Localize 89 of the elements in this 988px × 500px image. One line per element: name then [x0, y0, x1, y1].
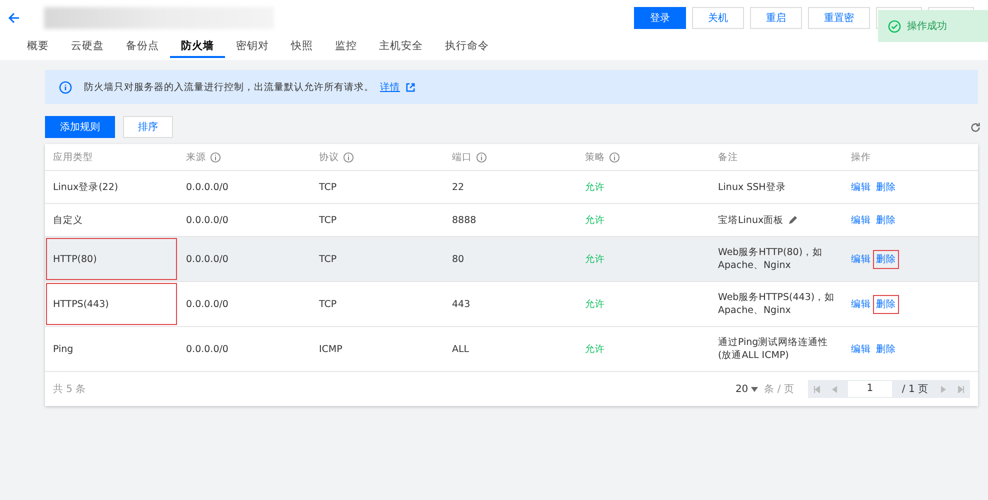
table-cell: Linux SSH登录 [718, 180, 786, 194]
info-icon[interactable] [343, 152, 354, 162]
table-cell-text: TCP [318, 298, 338, 312]
table-cell: HTTPS(443) [45, 282, 178, 326]
edit-link[interactable]: 编辑 [851, 252, 871, 266]
details-link[interactable]: 详情 [380, 80, 400, 94]
edit-link[interactable]: 编辑 [851, 180, 871, 194]
caret-icon [751, 386, 758, 392]
pencil-icon[interactable] [788, 215, 798, 225]
add-rule-button[interactable]: 添加规则 [45, 116, 115, 138]
delete-link[interactable]: 删除 [876, 214, 896, 226]
table-cell-text: 8888 [451, 214, 478, 228]
tab[interactable]: 防火墙 [170, 36, 225, 58]
back-icon[interactable] [8, 12, 20, 24]
table-cell: 宝塔Linux面板 [718, 214, 784, 226]
table-cell-text: 允许 [584, 252, 606, 266]
delete-link[interactable]: 删除 [876, 180, 896, 194]
table-cell-text: 允许 [584, 180, 606, 194]
sort-button[interactable]: 排序 [123, 116, 173, 138]
notice-text: 防火墙只对服务器的入流量进行控制，出流量默认允许所有请求。 [84, 80, 374, 94]
delete-link[interactable]: 删除 [876, 252, 896, 266]
table-row[interactable]: Linux登录(22) 0.0.0.0/0 TCP 22 允许 Linux SSH登录 编辑 删除 [45, 171, 978, 204]
info-icon[interactable] [609, 152, 620, 162]
table-cell-text: 0.0.0.0/0 [185, 298, 230, 312]
header-button[interactable]: 重启 [750, 7, 802, 29]
tab[interactable]: 密钥对 [225, 36, 280, 58]
column-header: 来源 [178, 144, 311, 170]
table-cell-text: ALL [451, 342, 470, 356]
left-triangle-icon [832, 386, 838, 392]
table-cell-text: TCP [318, 180, 338, 194]
table-cell-text: 0.0.0.0/0 [185, 214, 230, 228]
table-cell-text: Web服务HTTP(80)，如Apache、Nginx [718, 246, 824, 272]
table-cell-text: 允许 [584, 214, 606, 228]
tab[interactable]: 执行命令 [434, 36, 500, 58]
delete-link[interactable]: 删除 [876, 342, 896, 356]
tab[interactable]: 监控 [324, 36, 368, 58]
page-input[interactable]: 1 [848, 381, 892, 397]
column-header: 备注 [717, 150, 739, 164]
tab[interactable]: 云硬盘 [60, 36, 115, 58]
table-cell-text: 22 [451, 180, 466, 194]
table-cell-text: 0.0.0.0/0 [185, 180, 230, 194]
header-button[interactable]: 重置密 [808, 7, 870, 29]
last-page-icon [958, 386, 964, 392]
page-count: / 1 页 [900, 383, 929, 396]
table-cell-text: 443 [451, 298, 472, 312]
table-cell-text: 允许 [584, 298, 606, 312]
info-icon[interactable] [476, 152, 487, 162]
success-icon [888, 20, 901, 32]
tab[interactable]: 主机安全 [368, 36, 434, 58]
external-link-icon[interactable] [406, 82, 415, 92]
table-cell-text: 0.0.0.0/0 [185, 342, 230, 356]
info-icon[interactable] [210, 152, 221, 162]
table-cell-text: Ping [52, 342, 74, 356]
column-header: 策略 [577, 144, 710, 170]
first-page-icon [814, 386, 820, 392]
table-cell-text: 自定义 [52, 214, 84, 228]
edit-link[interactable]: 编辑 [851, 342, 871, 356]
header-button[interactable]: 登录 [634, 7, 686, 29]
table-cell-text: Linux登录(22) [52, 180, 120, 194]
table-cell-text: TCP [318, 252, 338, 266]
edit-link[interactable]: 编辑 [851, 298, 871, 310]
tab[interactable]: 备份点 [115, 36, 170, 58]
column-header: 应用类型 [52, 150, 94, 164]
info-icon [59, 80, 72, 94]
header-button[interactable]: 关机 [692, 7, 744, 29]
column-header: 操作 [850, 150, 872, 164]
table-row[interactable]: HTTP(80) 0.0.0.0/0 TCP 80 允许 Web服务HTTP(80)，如Apache、Nginx 编辑 删除 [45, 237, 978, 282]
table-cell-text: 0.0.0.0/0 [185, 252, 230, 266]
total-count: 共 5 条 [53, 382, 86, 396]
page-size-select[interactable]: 20 [735, 384, 758, 394]
delete-link[interactable]: 删除 [876, 298, 896, 310]
per-page-label: 条 / 页 [764, 383, 794, 396]
table-cell-text: 通过Ping测试网络连通性(放通ALL ICMP) [718, 336, 830, 362]
table-cell: HTTP(80) [45, 237, 178, 281]
table-cell-text: 80 [451, 252, 466, 266]
right-triangle-icon [940, 386, 946, 392]
table-row[interactable]: HTTPS(443) 0.0.0.0/0 TCP 443 允许 Web服务HTTPS(443)，如Apache、Nginx 编辑 删除 [45, 282, 978, 327]
column-header: 端口 [444, 144, 577, 170]
table-cell-text: TCP [318, 214, 338, 228]
toast-text: 操作成功 [907, 20, 947, 33]
table-cell: Web服务HTTPS(443)，如Apache、Nginx [718, 291, 835, 317]
refresh-icon[interactable] [970, 122, 981, 132]
table-cell-text: ICMP [318, 342, 344, 356]
tab[interactable]: 快照 [280, 36, 324, 58]
edit-link[interactable]: 编辑 [851, 214, 871, 226]
tab[interactable]: 概要 [16, 36, 60, 58]
column-header: 协议 [311, 144, 444, 170]
table-cell-text: 允许 [584, 342, 606, 356]
table-row[interactable]: Ping 0.0.0.0/0 ICMP ALL 允许 通过Ping测试网络连通性(放通ALL ICMP) 编辑 删除 [45, 327, 978, 372]
